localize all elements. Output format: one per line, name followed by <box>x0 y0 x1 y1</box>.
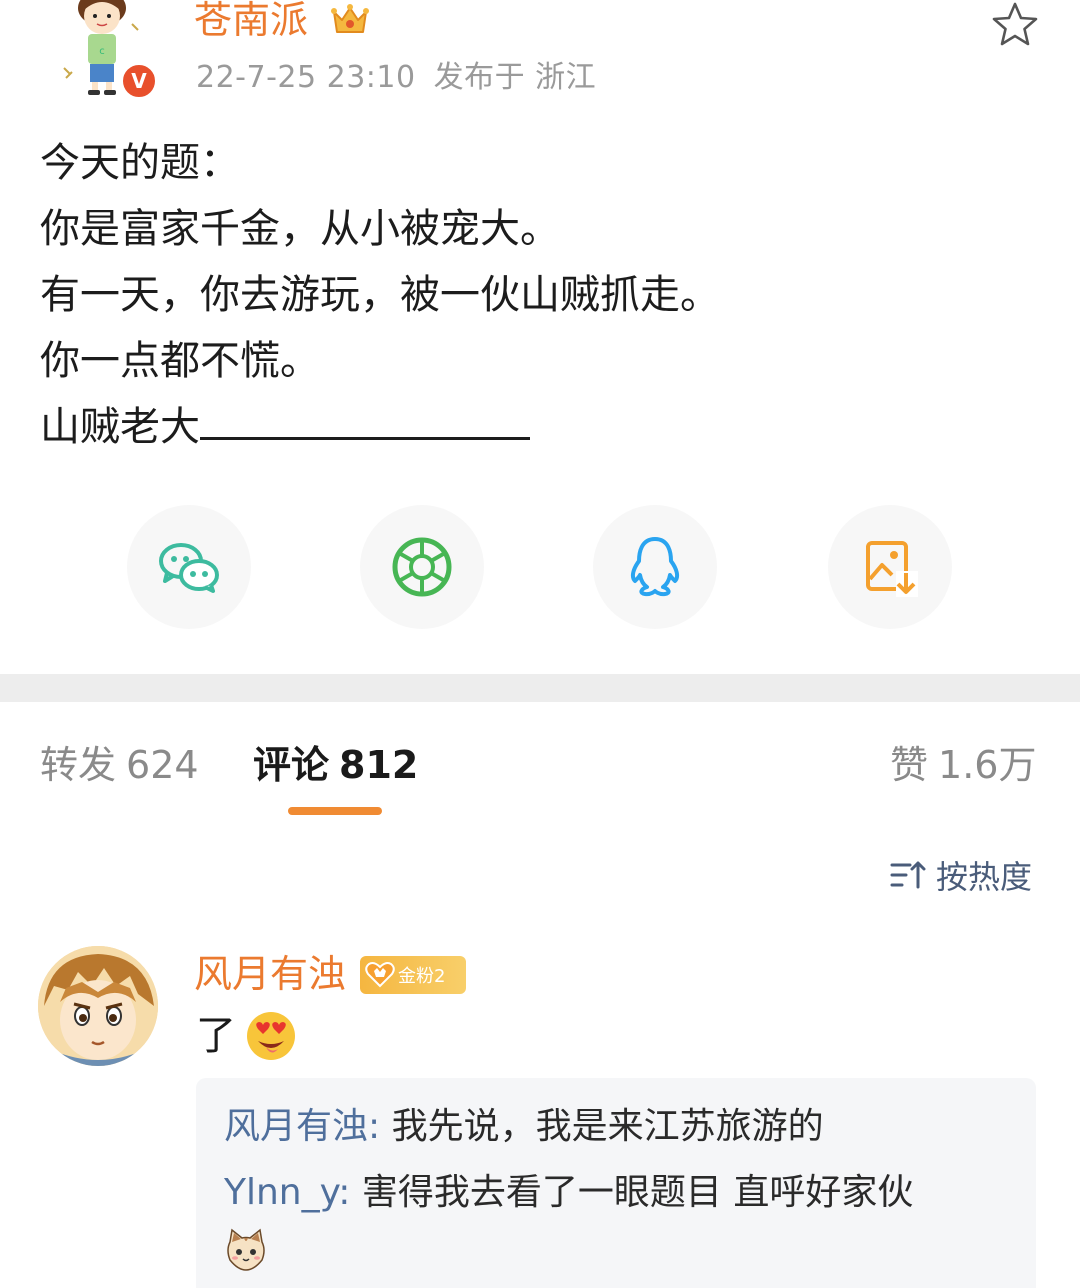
post-date: 22-7-25 23:10 <box>196 60 416 95</box>
share-row <box>0 505 1080 630</box>
fan-badge-label: 金粉2 <box>398 966 446 987</box>
post-line: 有一天，你去游玩，被一伙山贼抓走。 <box>40 272 720 318</box>
sort-icon <box>890 861 926 889</box>
tab-repost-label: 转发 <box>40 743 117 787</box>
post-line: 今天的题： <box>40 140 240 186</box>
post-line: 你一点都不慌。 <box>40 338 320 384</box>
sort-by-hot-button[interactable]: 按热度 <box>888 850 1032 900</box>
post-meta: 22-7-25 23:10 发布于 浙江 <box>196 58 596 98</box>
tab-comments-label: 评论 <box>253 743 330 787</box>
svg-text:c: c <box>99 46 105 57</box>
tab-likes-count: 1.6万 <box>938 743 1037 787</box>
fan-level-badge[interactable]: 金粉2 <box>360 956 466 994</box>
post-line-with-blank: 山贼老大 <box>40 394 1040 460</box>
heart-eyes-emoji-icon <box>247 1012 295 1060</box>
post-body: 今天的题： 你是富家千金，从小被宠大。 有一天，你去游玩，被一伙山贼抓走。 你一… <box>40 130 1040 460</box>
tab-likes[interactable]: 赞 1.6万 <box>890 735 1036 795</box>
active-tab-indicator <box>288 807 382 815</box>
tab-likes-label: 赞 <box>890 743 929 787</box>
tab-repost[interactable]: 转发 624 <box>40 735 199 795</box>
reply-text: 害得我去看了一眼题目 直呼好家伙 <box>350 1172 914 1213</box>
commenter-avatar[interactable] <box>38 946 158 1066</box>
reply-user[interactable]: 风月有浊: <box>224 1106 380 1147</box>
author-name[interactable]: 苍南派 <box>194 0 308 44</box>
post-header: c V 苍南派 22-7-25 23:10 发布于 浙江 <box>0 0 1080 110</box>
comment-body: 了 <box>196 1013 236 1059</box>
section-divider <box>0 674 1080 702</box>
comment-item: 风月有浊 金粉2 了 风月有浊: 我先说，我是来江苏旅游的 Ylnn_y: 害得… <box>0 940 1080 1288</box>
post-line: 你是富家千金，从小被宠大。 <box>40 206 560 252</box>
qq-icon <box>630 537 680 597</box>
fill-in-blank <box>200 437 530 440</box>
verified-badge-icon: V <box>120 62 158 100</box>
moments-icon <box>392 537 452 597</box>
post-line-text: 山贼老大 <box>40 404 200 450</box>
post-location: 浙江 <box>535 60 597 95</box>
wechat-icon <box>159 543 219 593</box>
share-qq-button[interactable] <box>593 505 717 629</box>
fan-heart-icon <box>365 962 395 988</box>
commenter-name[interactable]: 风月有浊 <box>194 948 346 1000</box>
favorite-star-icon[interactable] <box>990 0 1040 48</box>
anime-boy-avatar-icon <box>38 946 158 1066</box>
share-moments-button[interactable] <box>360 505 484 629</box>
share-wechat-button[interactable] <box>127 505 251 629</box>
cat-emoji-icon <box>227 1228 265 1271</box>
tab-repost-count: 624 <box>126 743 199 787</box>
reply-user[interactable]: Ylnn_y: <box>224 1172 350 1213</box>
comment-text: 了 <box>196 1006 298 1066</box>
reply-thread[interactable]: 风月有浊: 我先说，我是来江苏旅游的 Ylnn_y: 害得我去看了一眼题目 直呼… <box>196 1078 1036 1288</box>
reply-item: 风月有浊: 我先说，我是来江苏旅游的 <box>224 1094 1008 1160</box>
save-image-button[interactable] <box>828 505 952 629</box>
location-prefix: 发布于 <box>433 60 526 95</box>
tab-comments-count: 812 <box>339 743 419 787</box>
reply-item: Ylnn_y: 害得我去看了一眼题目 直呼好家伙 <box>224 1160 1008 1226</box>
save-image-icon <box>866 541 918 597</box>
tabs-bar: 转发 624 评论 812 赞 1.6万 <box>0 735 1080 825</box>
reply-text: 我先说，我是来江苏旅游的 <box>380 1106 824 1147</box>
tab-comments[interactable]: 评论 812 <box>253 735 418 795</box>
sort-label: 按热度 <box>936 858 1033 896</box>
crown-icon <box>331 4 369 33</box>
